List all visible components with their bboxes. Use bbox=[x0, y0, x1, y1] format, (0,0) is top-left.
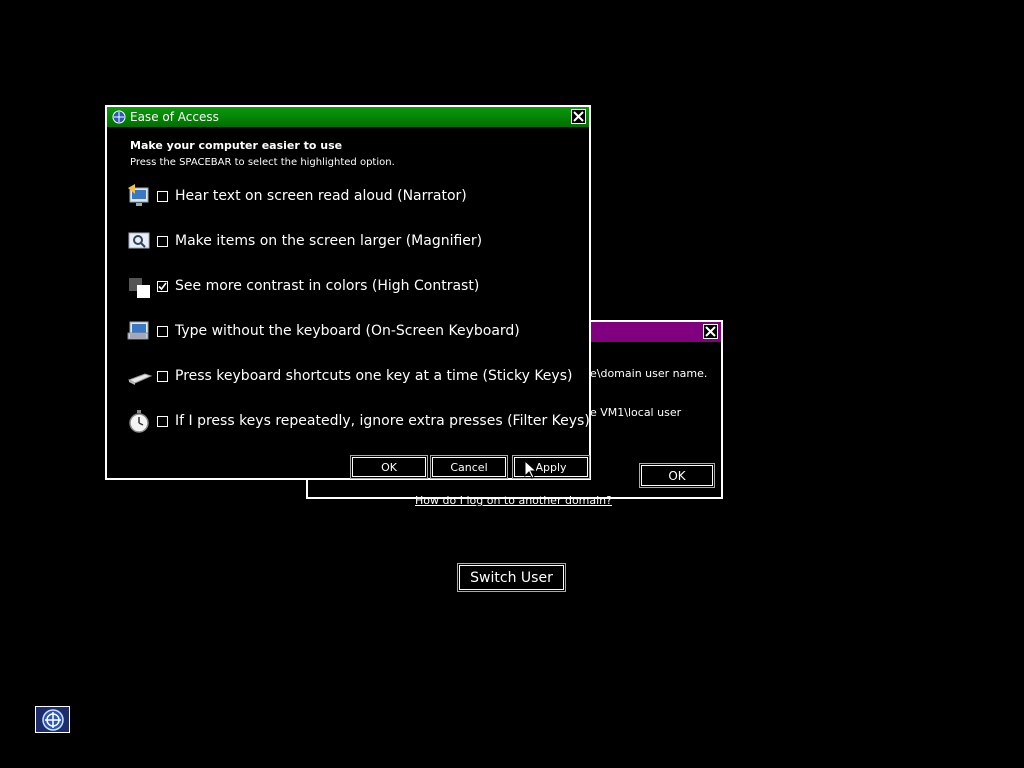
option-high-contrast[interactable]: See more contrast in colors (High Contra… bbox=[127, 271, 479, 301]
option-label: Hear text on screen read aloud (Narrator… bbox=[175, 188, 467, 204]
on-screen-keyboard-checkbox[interactable] bbox=[157, 325, 168, 337]
option-on-screen-keyboard[interactable]: Type without the keyboard (On-Screen Key… bbox=[127, 316, 520, 346]
ease-of-access-button[interactable] bbox=[35, 706, 70, 733]
close-icon bbox=[705, 326, 716, 337]
option-label: Type without the keyboard (On-Screen Key… bbox=[175, 323, 520, 339]
magnifier-icon bbox=[127, 227, 153, 255]
option-label: See more contrast in colors (High Contra… bbox=[175, 278, 480, 294]
ease-of-access-icon bbox=[41, 708, 64, 731]
ease-dialog-subheading: Press the SPACEBAR to select the highlig… bbox=[130, 157, 395, 168]
ease-of-access-icon bbox=[112, 110, 126, 124]
logon-hint-2: e VM1\local user bbox=[590, 406, 682, 419]
logon-hint-1: e\domain user name. bbox=[590, 367, 708, 380]
option-label: If I press keys repeatedly, ignore extra… bbox=[175, 413, 590, 429]
filter-keys-icon bbox=[127, 407, 153, 435]
magnifier-checkbox[interactable] bbox=[157, 235, 168, 247]
checkmark-icon bbox=[158, 282, 167, 290]
option-sticky-keys[interactable]: Press keyboard shortcuts one key at a ti… bbox=[127, 361, 572, 391]
option-narrator[interactable]: Hear text on screen read aloud (Narrator… bbox=[127, 181, 467, 211]
mouse-cursor-icon bbox=[524, 460, 538, 479]
logon-ok-button[interactable]: OK bbox=[640, 464, 714, 487]
ease-ok-button[interactable]: OK bbox=[351, 456, 427, 478]
narrator-checkbox[interactable] bbox=[157, 190, 168, 202]
filter-keys-checkbox[interactable] bbox=[157, 415, 168, 427]
sticky-keys-checkbox[interactable] bbox=[157, 370, 168, 382]
keyboard-icon bbox=[127, 317, 153, 345]
narrator-icon bbox=[127, 182, 153, 210]
ease-cancel-button[interactable]: Cancel bbox=[431, 456, 507, 478]
logon-dialog-close-button[interactable] bbox=[703, 324, 718, 339]
other-domain-link[interactable]: How do I log on to another domain? bbox=[415, 494, 612, 507]
ease-dialog-heading: Make your computer easier to use bbox=[130, 139, 343, 152]
ease-dialog-titlebar: Ease of Access bbox=[107, 107, 589, 127]
high-contrast-checkbox[interactable] bbox=[157, 280, 168, 292]
option-filter-keys[interactable]: If I press keys repeatedly, ignore extra… bbox=[127, 406, 590, 436]
ease-dialog-title: Ease of Access bbox=[130, 110, 219, 124]
sticky-keys-icon bbox=[127, 362, 153, 390]
ease-of-access-dialog: Ease of Access Make your computer easier… bbox=[105, 105, 591, 480]
option-label: Make items on the screen larger (Magnifi… bbox=[175, 233, 483, 249]
close-icon bbox=[573, 111, 584, 122]
switch-user-button[interactable]: Switch User bbox=[458, 564, 565, 591]
ease-dialog-close-button[interactable] bbox=[571, 109, 586, 124]
option-magnifier[interactable]: Make items on the screen larger (Magnifi… bbox=[127, 226, 482, 256]
option-label: Press keyboard shortcuts one key at a ti… bbox=[175, 368, 573, 384]
high-contrast-icon bbox=[127, 272, 153, 300]
